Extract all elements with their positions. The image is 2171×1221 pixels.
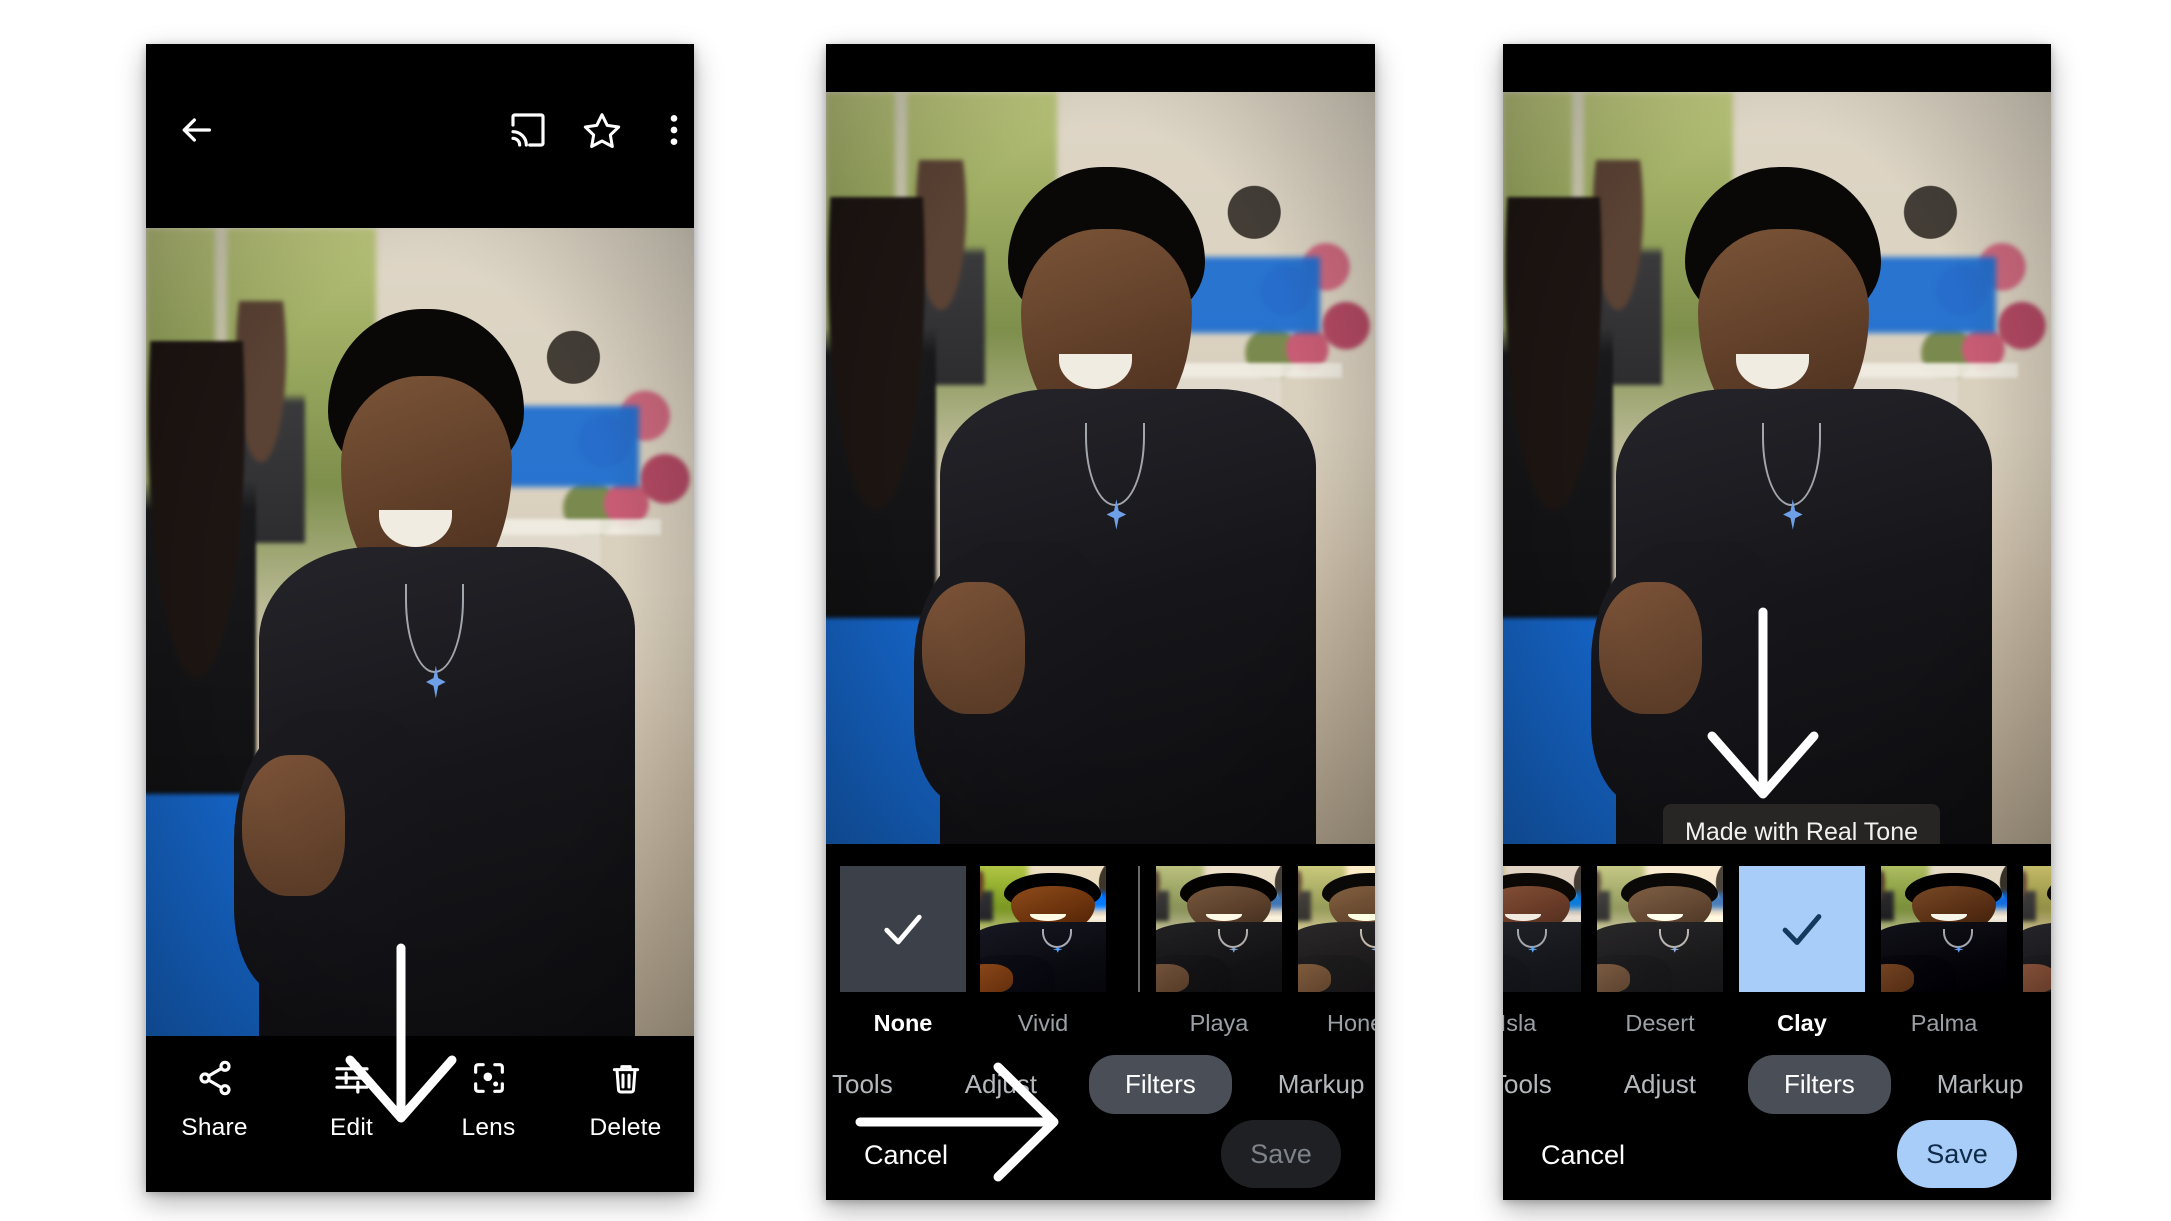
filter-filmstrip[interactable]: None Vivid Playa Hon xyxy=(840,866,1375,1037)
cast-icon[interactable] xyxy=(508,110,548,150)
filter-swatch-palma xyxy=(1881,866,2007,992)
share-button[interactable]: Share xyxy=(146,1058,283,1142)
panel-editor-filters: None Vivid Playa Hon Tools Adjust Filter… xyxy=(826,44,1375,1200)
photo-vignette xyxy=(1503,92,2051,844)
filter-swatch-honey xyxy=(1298,866,1375,992)
edit-label: Edit xyxy=(329,1114,374,1141)
delete-label: Delete xyxy=(589,1114,662,1141)
filter-swatch-vivid xyxy=(980,866,1106,992)
editor-tab-bar[interactable]: Tools Adjust Filters Markup Mo xyxy=(1503,1052,2051,1116)
filter-label-isla: Isla xyxy=(1503,1010,1537,1036)
viewer-top-bar xyxy=(146,44,694,228)
filter-item-honey[interactable]: Honey xyxy=(1298,866,1375,1037)
edit-button[interactable]: Edit xyxy=(283,1058,420,1142)
filter-label-honey: Honey xyxy=(1327,1010,1375,1036)
filter-label-desert: Desert xyxy=(1625,1010,1695,1036)
more-vertical-icon[interactable] xyxy=(654,110,694,150)
photo-preview-3[interactable] xyxy=(1503,92,2051,844)
cancel-button[interactable]: Cancel xyxy=(1541,1140,1625,1171)
filmstrip-divider xyxy=(1138,866,1140,992)
delete-button[interactable]: Delete xyxy=(557,1058,694,1142)
photo-preview-1[interactable] xyxy=(146,228,694,1036)
save-button[interactable]: Save xyxy=(1897,1120,2017,1188)
filter-filmstrip[interactable]: Isla Desert Clay Palma xyxy=(1503,866,2051,1037)
filter-label-playa: Playa xyxy=(1189,1010,1249,1036)
filter-label-vivid: Vivid xyxy=(1017,1010,1069,1036)
panel-editor-filter-applied: Made with Real Tone Isla Desert Clay Pal… xyxy=(1503,44,2051,1200)
viewer-action-bar: Share Edit Lens Delete xyxy=(146,1036,694,1192)
editor-tab-bar[interactable]: Tools Adjust Filters Markup Mo xyxy=(826,1052,1375,1116)
filter-item-none[interactable]: None xyxy=(840,866,966,1037)
tab-adjust[interactable]: Adjust xyxy=(1614,1069,1706,1100)
cancel-button[interactable]: Cancel xyxy=(864,1140,948,1171)
share-icon xyxy=(195,1058,235,1098)
check-icon xyxy=(884,914,922,945)
editor-sheet: Isla Desert Clay Palma ools Adjust Filte… xyxy=(1503,844,2051,1200)
tab-tools[interactable]: Tools xyxy=(1503,1069,1562,1100)
filter-swatch-isla xyxy=(1503,866,1581,992)
filter-item-palma[interactable]: Palma xyxy=(1881,866,2007,1037)
filter-label-none: None xyxy=(873,1010,933,1036)
check-icon xyxy=(1782,914,1822,945)
tab-filters[interactable]: Filters xyxy=(1088,1054,1232,1114)
photo-vignette xyxy=(826,92,1375,844)
photo-preview-2[interactable] xyxy=(826,92,1375,844)
tab-tools[interactable]: Tools xyxy=(826,1069,903,1100)
photo-vignette xyxy=(146,228,694,1036)
filter-swatch-none xyxy=(840,866,966,992)
filter-item-isla[interactable]: Isla xyxy=(1503,866,1581,1037)
save-button[interactable]: Save xyxy=(1221,1120,1341,1188)
star-outline-icon[interactable] xyxy=(582,110,622,150)
tab-filters[interactable]: Filters xyxy=(1747,1054,1891,1114)
edit-icon xyxy=(332,1058,372,1098)
tab-markup[interactable]: Markup xyxy=(1927,1069,2034,1100)
lens-label: Lens xyxy=(461,1114,516,1141)
filter-item-playa[interactable]: Playa xyxy=(1156,866,1282,1037)
lens-icon xyxy=(469,1058,509,1098)
filter-swatch-blush xyxy=(2023,866,2051,992)
screenshot-stage: Share Edit Lens Delete None Vivid Playa … xyxy=(0,0,2171,1221)
filter-item-clay[interactable]: Clay xyxy=(1739,866,1865,1037)
filter-swatch-playa xyxy=(1156,866,1282,992)
editor-sheet: None Vivid Playa Hon Tools Adjust Filter… xyxy=(826,844,1375,1200)
share-label: Share xyxy=(181,1114,248,1141)
filter-swatch-desert xyxy=(1597,866,1723,992)
filter-label-clay: Clay xyxy=(1777,1010,1827,1036)
panel-photo-viewer: Share Edit Lens Delete xyxy=(146,44,694,1192)
back-arrow-icon[interactable] xyxy=(176,110,216,150)
delete-icon xyxy=(606,1058,646,1098)
filter-item-desert[interactable]: Desert xyxy=(1597,866,1723,1037)
tab-adjust[interactable]: Adjust xyxy=(955,1069,1047,1100)
editor-footer: Cancel Save xyxy=(826,1120,1375,1200)
editor-footer: Cancel Save xyxy=(1503,1120,2051,1200)
filter-swatch-clay-selected xyxy=(1739,866,1865,992)
lens-button[interactable]: Lens xyxy=(420,1058,557,1142)
filter-item-blush[interactable]: Blush xyxy=(2023,866,2051,1037)
filter-label-palma: Palma xyxy=(1910,1010,1978,1036)
filter-item-vivid[interactable]: Vivid xyxy=(980,866,1106,1037)
tab-markup[interactable]: Markup xyxy=(1268,1069,1375,1100)
